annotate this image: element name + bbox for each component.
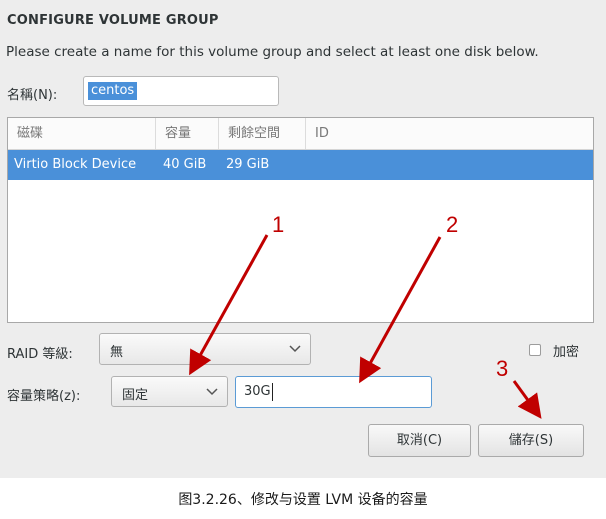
cancel-button[interactable]: 取消(C) <box>368 424 471 457</box>
size-policy-label: 容量策略(z): <box>7 389 81 404</box>
name-input[interactable]: centos <box>83 76 279 106</box>
column-header-disk[interactable]: 磁碟 <box>8 118 156 149</box>
configure-volume-group-dialog: CONFIGURE VOLUME GROUP Please create a n… <box>0 0 606 478</box>
chevron-down-icon <box>206 388 218 396</box>
column-header-capacity[interactable]: 容量 <box>156 118 219 149</box>
cell-capacity: 40 GiB <box>163 157 207 172</box>
raid-level-select[interactable]: 無 <box>99 333 311 365</box>
table-header: 磁碟 容量 剩餘空間 ID <box>8 118 593 150</box>
cell-disk: Virtio Block Device <box>14 157 137 172</box>
name-label: 名稱(N): <box>7 88 58 103</box>
raid-level-label: RAID 等級: <box>7 347 73 362</box>
size-policy-value: 固定 <box>122 388 149 403</box>
size-input[interactable]: 30G <box>235 376 432 408</box>
cell-id <box>307 150 313 180</box>
text-caret <box>272 383 273 401</box>
column-header-free-space[interactable]: 剩餘空間 <box>219 118 306 149</box>
encrypt-label: 加密 <box>553 345 580 360</box>
column-header-id[interactable]: ID <box>306 118 426 149</box>
size-input-value: 30G <box>244 384 271 399</box>
chevron-down-icon <box>289 345 301 353</box>
encrypt-checkbox[interactable] <box>529 344 541 356</box>
figure-caption: 图3.2.26、修改与设置 LVM 设备的容量 <box>178 492 428 508</box>
dialog-instruction: Please create a name for this volume gro… <box>6 44 539 60</box>
table-row[interactable]: Virtio Block Device 40 GiB 29 GiB <box>8 150 593 180</box>
cell-free-space: 29 GiB <box>226 157 270 172</box>
dialog-title: CONFIGURE VOLUME GROUP <box>7 13 219 28</box>
name-input-value: centos <box>88 82 138 100</box>
save-button[interactable]: 儲存(S) <box>478 424 584 457</box>
raid-level-value: 無 <box>110 345 124 360</box>
size-policy-select[interactable]: 固定 <box>111 376 228 407</box>
disk-table[interactable]: 磁碟 容量 剩餘空間 ID Virtio Block Device 40 GiB… <box>7 117 594 323</box>
